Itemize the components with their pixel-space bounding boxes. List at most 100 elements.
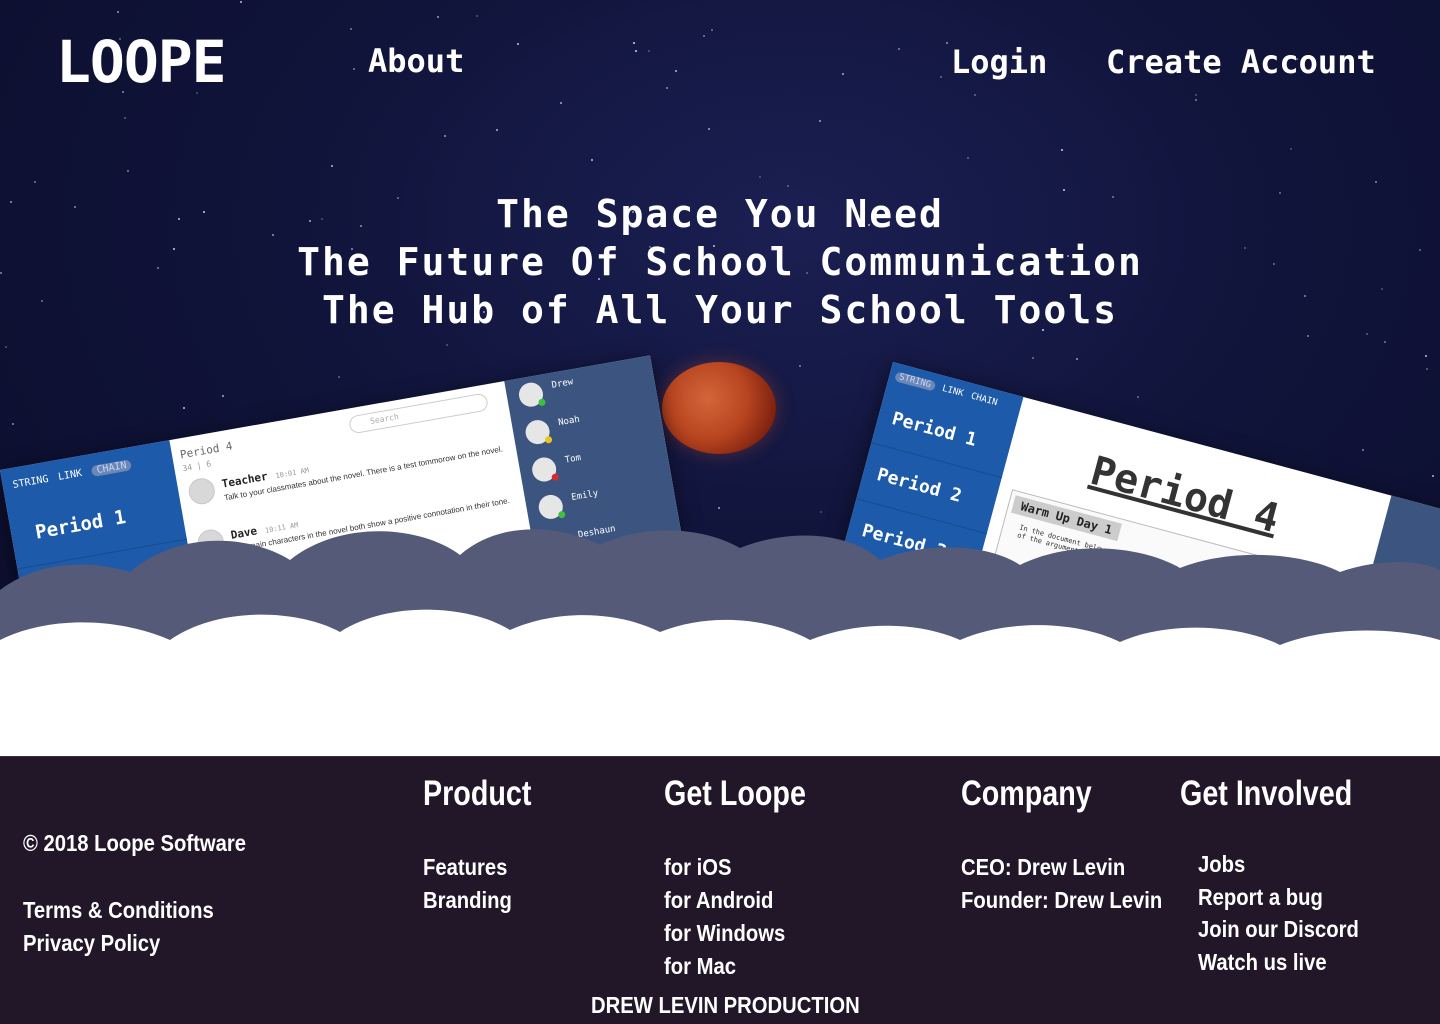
mockup-message-time: 10:24 AM [273, 572, 309, 587]
status-dot [584, 660, 593, 669]
star [331, 165, 333, 167]
footer-android-link[interactable]: for Android [664, 887, 773, 914]
star [446, 344, 448, 346]
footer: © 2018 Loope Software Terms & Conditions… [0, 756, 1440, 1024]
status-dot [597, 735, 606, 744]
mockup-message-time: 10:11 AM [264, 521, 300, 535]
status-dot [544, 435, 553, 444]
footer-windows-link[interactable]: for Windows [664, 920, 785, 947]
mockup-avatar [204, 578, 235, 609]
mockup-tab-string: STRING [11, 473, 50, 491]
star [946, 42, 948, 44]
star [127, 170, 129, 172]
star [1061, 149, 1063, 151]
mockup-tab-link: LINK [940, 383, 965, 400]
hero-line-1: The Space You Need [496, 192, 944, 236]
mockup-avatar [186, 476, 217, 507]
star [940, 76, 942, 78]
star [708, 128, 710, 130]
mockup-user-name: Abby [610, 714, 634, 728]
mockup-user-name: Sophia [583, 562, 618, 578]
mockup-assignment-card: Warm Up Day 1 In the document below, con… [981, 489, 1360, 699]
star [338, 376, 340, 378]
footer-get-loope-heading: Get Loope [664, 774, 806, 813]
status-dot [537, 398, 547, 407]
mockup-user-avatar [1341, 697, 1371, 727]
logo[interactable]: LOOPE [56, 28, 227, 96]
mockup-avatar [213, 629, 244, 660]
star [1032, 357, 1034, 359]
nav-about-link[interactable]: About [368, 42, 464, 80]
star [787, 185, 789, 187]
star [1432, 475, 1434, 477]
star [666, 87, 668, 89]
mockup-sidebar: STRING LINK CHAIN Period 1 Period 2 Peri… [815, 362, 1024, 687]
footer-ceo-text: CEO: Drew Levin [961, 854, 1126, 880]
star [1076, 358, 1078, 360]
status-dot [570, 585, 580, 594]
star [759, 176, 761, 178]
footer-get-involved-heading: Get Involved [1180, 774, 1353, 813]
mockup-avatar [195, 527, 226, 558]
nav-login-link[interactable]: Login [951, 43, 1047, 81]
mockup-message-time: 10:01 AM [274, 466, 310, 481]
star [648, 50, 650, 52]
mockup-user-name: Julia [603, 675, 633, 691]
footer-founder-text: Founder: Drew Levin [961, 887, 1163, 913]
mockup-message-author: Drew [238, 575, 268, 594]
star [353, 68, 355, 70]
mockup-tab-link: LINK [57, 467, 83, 483]
star [591, 159, 593, 161]
star [842, 73, 844, 75]
footer-mac-link[interactable]: for Mac [664, 953, 736, 980]
footer-company-heading: Company [961, 774, 1092, 813]
nav-create-account-link[interactable]: Create Account [1106, 43, 1376, 81]
star [819, 120, 821, 122]
footer-report-bug-link[interactable]: Report a bug [1198, 884, 1323, 911]
star [222, 395, 224, 397]
star [240, 1, 242, 3]
footer-production-credit: DREW LEVIN PRODUCTION [591, 992, 860, 1018]
star [117, 11, 119, 13]
star [444, 135, 446, 137]
star [898, 48, 900, 50]
star [350, 28, 352, 30]
mockup-user-name: Dave [590, 601, 614, 616]
footer-copyright: © 2018 Loope Software [23, 830, 246, 856]
mockup-user-name: Noah [557, 414, 581, 429]
footer-features-link[interactable]: Features [423, 854, 507, 881]
star [974, 94, 976, 96]
star [437, 16, 439, 18]
mockup-period-label: Period 4 [52, 692, 177, 747]
star [1137, 396, 1139, 398]
star [1195, 99, 1197, 101]
star [1384, 341, 1386, 343]
status-dot [564, 547, 573, 557]
mockup-user-name: Caleb [597, 638, 626, 653]
star [1290, 148, 1292, 150]
footer-ios-link[interactable]: for iOS [664, 854, 731, 881]
moon-image [662, 362, 776, 454]
mockup-message-time: 10:24 AM [288, 622, 324, 637]
star [496, 129, 498, 131]
hero-section: LOOPE About Login Create Account The Spa… [0, 0, 1440, 756]
star [799, 365, 801, 367]
star [5, 346, 7, 348]
mockup-message-author: Dave [229, 524, 259, 542]
star [967, 157, 969, 159]
footer-terms-link[interactable]: Terms & Conditions [23, 897, 214, 924]
footer-jobs-link[interactable]: Jobs [1198, 851, 1245, 878]
status-dot [551, 473, 560, 482]
mockup-user-name: Emily [570, 488, 600, 504]
star [633, 42, 635, 44]
mockup-user-name: Deshaun [577, 524, 617, 541]
footer-discord-link[interactable]: Join our Discord [1198, 916, 1359, 943]
footer-branding-link[interactable]: Branding [423, 887, 512, 914]
star [1426, 368, 1428, 370]
footer-privacy-link[interactable]: Privacy Policy [23, 930, 160, 957]
mockup-tab-chain: CHAIN [969, 391, 999, 409]
status-dot [590, 697, 599, 706]
footer-watch-live-link[interactable]: Watch us live [1198, 949, 1327, 976]
star [12, 423, 14, 425]
mockup-tab-string: STRING [894, 371, 936, 392]
